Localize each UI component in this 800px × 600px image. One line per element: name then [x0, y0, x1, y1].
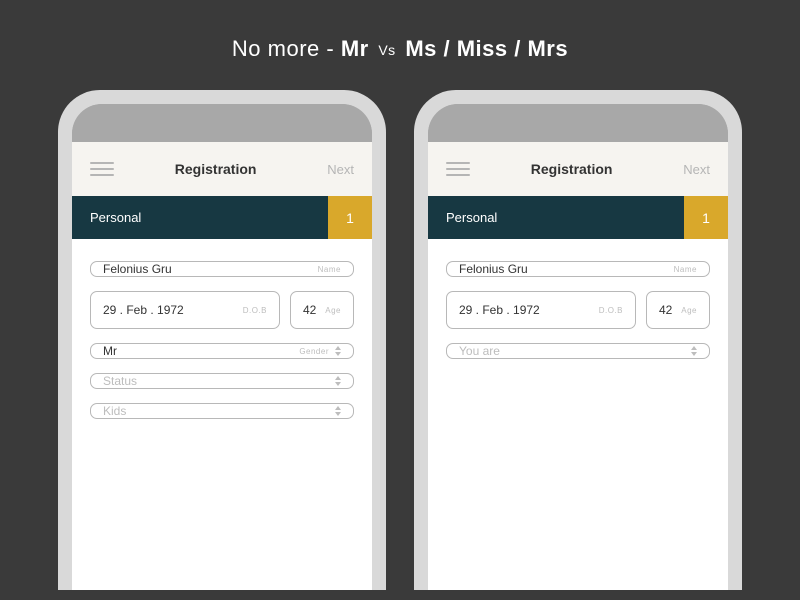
youare-placeholder: You are: [459, 344, 685, 358]
phone-inner: Registration Next Personal 1 Felonius Gr…: [428, 104, 728, 590]
age-field[interactable]: 42 Age: [646, 291, 710, 329]
gender-select[interactable]: Mr Gender: [90, 343, 354, 359]
headline-left: Mr: [341, 36, 369, 61]
topbar: Registration Next: [72, 142, 372, 196]
name-field[interactable]: Felonius Gru Name: [446, 261, 710, 277]
hamburger-icon[interactable]: [90, 162, 114, 176]
status-select[interactable]: Status: [90, 373, 354, 389]
phone-left: Registration Next Personal 1 Felonius Gr…: [58, 90, 386, 590]
age-label: Age: [681, 306, 697, 315]
dob-value: 29 . Feb . 1972: [103, 303, 243, 317]
dob-value: 29 . Feb . 1972: [459, 303, 599, 317]
headline-vs: Vs: [378, 42, 395, 58]
name-value: Felonius Gru: [459, 262, 674, 276]
dob-field[interactable]: 29 . Feb . 1972 D.O.B: [446, 291, 636, 329]
next-button[interactable]: Next: [683, 162, 710, 177]
age-field[interactable]: 42 Age: [290, 291, 354, 329]
dob-field[interactable]: 29 . Feb . 1972 D.O.B: [90, 291, 280, 329]
section-header: Personal 1: [72, 196, 372, 239]
topbar: Registration Next: [428, 142, 728, 196]
dob-label: D.O.B: [599, 306, 623, 315]
section-header: Personal 1: [428, 196, 728, 239]
chevron-updown-icon: [335, 376, 341, 386]
kids-placeholder: Kids: [103, 404, 329, 418]
form: Felonius Gru Name 29 . Feb . 1972 D.O.B …: [428, 239, 728, 381]
name-field[interactable]: Felonius Gru Name: [90, 261, 354, 277]
hamburger-icon[interactable]: [446, 162, 470, 176]
gender-value: Mr: [103, 344, 299, 358]
screen: Registration Next Personal 1 Felonius Gr…: [72, 142, 372, 590]
chevron-updown-icon: [335, 346, 341, 356]
section-label: Personal: [72, 196, 328, 239]
phone-right: Registration Next Personal 1 Felonius Gr…: [414, 90, 742, 590]
youare-select[interactable]: You are: [446, 343, 710, 359]
headline: No more - Mr Vs Ms / Miss / Mrs: [0, 0, 800, 90]
screen-title: Registration: [474, 161, 669, 177]
section-step: 1: [328, 196, 372, 239]
age-label: Age: [325, 306, 341, 315]
statusbar: [428, 104, 728, 142]
phones-row: Registration Next Personal 1 Felonius Gr…: [0, 90, 800, 590]
headline-prefix: No more -: [232, 36, 341, 61]
chevron-updown-icon: [335, 406, 341, 416]
gender-label: Gender: [299, 347, 329, 356]
chevron-updown-icon: [691, 346, 697, 356]
screen: Registration Next Personal 1 Felonius Gr…: [428, 142, 728, 590]
name-label: Name: [674, 265, 697, 274]
headline-right: Ms / Miss / Mrs: [405, 36, 568, 61]
screen-title: Registration: [118, 161, 313, 177]
section-label: Personal: [428, 196, 684, 239]
form: Felonius Gru Name 29 . Feb . 1972 D.O.B …: [72, 239, 372, 441]
next-button[interactable]: Next: [327, 162, 354, 177]
section-step: 1: [684, 196, 728, 239]
phone-inner: Registration Next Personal 1 Felonius Gr…: [72, 104, 372, 590]
age-value: 42: [659, 303, 681, 317]
name-label: Name: [318, 265, 341, 274]
kids-select[interactable]: Kids: [90, 403, 354, 419]
dob-label: D.O.B: [243, 306, 267, 315]
name-value: Felonius Gru: [103, 262, 318, 276]
age-value: 42: [303, 303, 325, 317]
statusbar: [72, 104, 372, 142]
status-placeholder: Status: [103, 374, 329, 388]
